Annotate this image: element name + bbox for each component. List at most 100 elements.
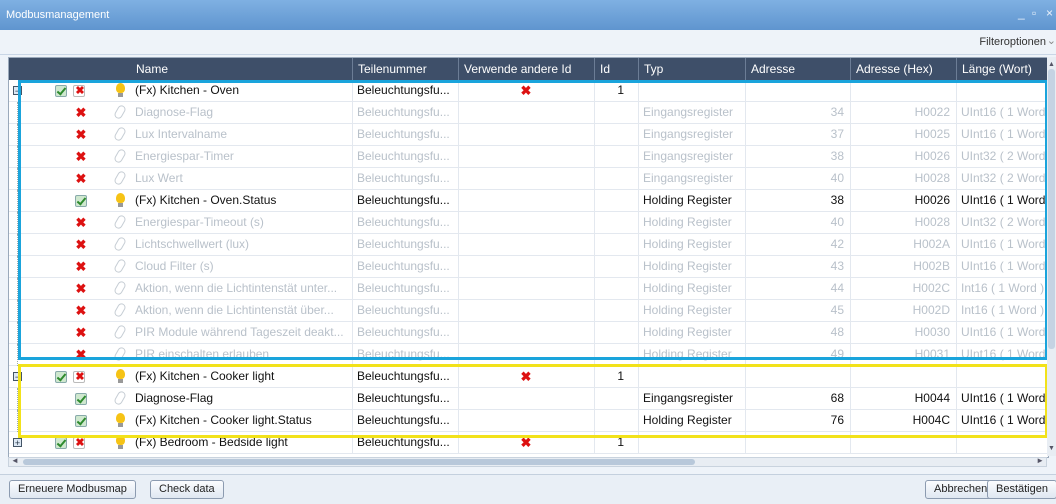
close-icon[interactable]: ×	[1046, 6, 1053, 20]
type-cell	[639, 366, 746, 387]
table-row[interactable]: ✖ PIR Module während Tageszeit deakt... Be…	[9, 322, 1048, 344]
filter-options-button[interactable]: Filteroptionen	[979, 36, 1046, 48]
table-row[interactable]: Diagnose-Flag Beleuchtungsfu... Eingangsre…	[9, 388, 1048, 410]
excluded-x-icon[interactable]: ✖	[74, 260, 88, 274]
group-row[interactable]: − ✖ (Fx) Kitchen - Cooker light Beleuchtung…	[9, 366, 1048, 388]
collapse-icon[interactable]: −	[13, 86, 22, 96]
excluded-x-icon[interactable]: ✖	[74, 326, 88, 340]
use-other-id-cell[interactable]	[459, 124, 595, 145]
table-row[interactable]: (Fx) Kitchen - Cooker light.Status Beleuc…	[9, 410, 1048, 432]
type-cell: Eingangsregister	[639, 102, 746, 123]
excluded-x-icon[interactable]: ✖	[74, 150, 88, 164]
column-header-id[interactable]: Id	[595, 58, 639, 80]
excluded-x-icon[interactable]: ✖	[74, 128, 88, 142]
use-other-id-cell[interactable]: ✖	[459, 432, 595, 453]
vertical-scrollbar[interactable]: ▲ ▼	[1047, 57, 1056, 456]
use-other-id-cell[interactable]	[459, 344, 595, 365]
footer: Erneuere Modbusmap Check data Abbrechen …	[0, 474, 1056, 504]
table-row[interactable]: ✖ PIR einschalten erlauben Beleuchtungsfu.…	[9, 344, 1048, 366]
use-other-id-cell[interactable]	[459, 300, 595, 321]
exclude-checkbox[interactable]: ✖	[73, 85, 85, 97]
include-checkbox[interactable]	[55, 85, 67, 97]
include-checkbox[interactable]	[75, 195, 87, 207]
group-row[interactable]: + ✖ (Fx) Bedroom - Bedside light Beleuchtun…	[9, 432, 1048, 454]
part-cell: Beleuchtungsfu...	[353, 212, 459, 233]
column-header-l-nge-wort[interactable]: Länge (Wort)	[957, 58, 1048, 80]
horizontal-scroll-thumb[interactable]	[23, 459, 695, 465]
table-row[interactable]: ✖ Aktion, wenn die Lichtintenstät über...…	[9, 300, 1048, 322]
paperclip-icon	[113, 103, 127, 121]
table-row[interactable]: ✖ Lux Intervalname Beleuchtungsfu... Eingan…	[9, 124, 1048, 146]
scroll-down-icon[interactable]: ▼	[1048, 445, 1055, 452]
type-cell: Holding Register	[639, 322, 746, 343]
check-data-button[interactable]: Check data	[150, 480, 224, 499]
chevron-down-icon[interactable]: ⌄	[1047, 34, 1056, 47]
renew-modbusmap-button[interactable]: Erneuere Modbusmap	[9, 480, 136, 499]
group-row[interactable]: − ✖ (Fx) Kitchen - Oven Beleuchtungsfu... ✖ 1	[9, 80, 1048, 102]
table-row[interactable]: ✖ Cloud Filter (s) Beleuchtungsfu... Holdin…	[9, 256, 1048, 278]
tree-line	[17, 322, 18, 344]
use-other-id-cell[interactable]	[459, 212, 595, 233]
table-row[interactable]: ✖ Energiespar-Timeout (s) Beleuchtungsfu..…	[9, 212, 1048, 234]
paperclip-icon	[113, 125, 127, 143]
collapse-icon[interactable]: −	[13, 372, 22, 382]
table-row[interactable]: ✖ Lichtschwellwert (lux) Beleuchtungsfu...…	[9, 234, 1048, 256]
use-other-id-cell[interactable]: ✖	[459, 366, 595, 387]
cancel-button[interactable]: Abbrechen	[925, 480, 997, 499]
id-cell	[595, 124, 639, 145]
include-checkbox[interactable]	[75, 393, 87, 405]
use-other-id-cell[interactable]	[459, 102, 595, 123]
scroll-up-icon[interactable]: ▲	[1048, 61, 1055, 68]
use-other-id-cell[interactable]	[459, 190, 595, 211]
column-header-adresse-hex[interactable]: Adresse (Hex)	[851, 58, 957, 80]
tree-line	[17, 168, 18, 190]
column-header-adresse[interactable]: Adresse	[746, 58, 851, 80]
use-other-id-cell[interactable]: ✖	[459, 80, 595, 101]
scroll-right-icon[interactable]: ►	[1036, 456, 1044, 465]
column-header-teilenummer[interactable]: Teilenummer	[353, 58, 459, 80]
excluded-x-icon[interactable]: ✖	[74, 304, 88, 318]
use-other-id-cell[interactable]	[459, 256, 595, 277]
excluded-x-icon[interactable]: ✖	[74, 216, 88, 230]
use-other-id-cell[interactable]	[459, 168, 595, 189]
use-other-id-cell[interactable]	[459, 278, 595, 299]
minimize-icon[interactable]: _	[1018, 6, 1025, 20]
maximize-icon[interactable]: ▫	[1032, 6, 1036, 20]
use-other-id-cell[interactable]	[459, 234, 595, 255]
address-cell: 45	[746, 300, 851, 321]
confirm-button[interactable]: Bestätigen	[987, 480, 1056, 499]
type-cell	[639, 80, 746, 101]
address-cell: 40	[746, 212, 851, 233]
excluded-x-icon[interactable]: ✖	[74, 348, 88, 362]
excluded-x-icon[interactable]: ✖	[74, 238, 88, 252]
hex-cell: H002D	[851, 300, 957, 321]
paperclip-icon	[113, 301, 127, 319]
exclude-checkbox[interactable]: ✖	[73, 437, 85, 449]
include-checkbox[interactable]	[75, 415, 87, 427]
paperclip-icon	[113, 169, 127, 187]
use-other-id-cell[interactable]	[459, 146, 595, 167]
table-row[interactable]: ✖ Aktion, wenn die Lichtintenstät unter..…	[9, 278, 1048, 300]
table-row[interactable]: ✖ Diagnose-Flag Beleuchtungsfu... Eingangsr…	[9, 102, 1048, 124]
table-row[interactable]: ✖ Energiespar-Timer Beleuchtungsfu... Einga…	[9, 146, 1048, 168]
use-other-id-cell[interactable]	[459, 410, 595, 431]
excluded-x-icon[interactable]: ✖	[74, 282, 88, 296]
excluded-x-icon[interactable]: ✖	[74, 106, 88, 120]
include-checkbox[interactable]	[55, 371, 67, 383]
column-header-typ[interactable]: Typ	[639, 58, 746, 80]
use-other-id-cell[interactable]	[459, 322, 595, 343]
column-header-verwende-andere-id[interactable]: Verwende andere Id	[459, 58, 595, 80]
expand-icon[interactable]: +	[13, 438, 22, 448]
table-row[interactable]: ✖ Lux Wert Beleuchtungsfu... Eingangsregist…	[9, 168, 1048, 190]
horizontal-scrollbar[interactable]: ◄ ►	[8, 456, 1047, 467]
table-row[interactable]: (Fx) Kitchen - Oven.Status Beleuchtungsfu…	[9, 190, 1048, 212]
scroll-left-icon[interactable]: ◄	[11, 456, 19, 465]
include-checkbox[interactable]	[55, 437, 67, 449]
excluded-x-icon[interactable]: ✖	[74, 172, 88, 186]
column-header-name[interactable]: Name	[131, 58, 353, 80]
vertical-scroll-thumb[interactable]	[1048, 69, 1055, 349]
exclude-checkbox[interactable]: ✖	[73, 371, 85, 383]
use-other-id-cell[interactable]	[459, 388, 595, 409]
type-cell: Holding Register	[639, 410, 746, 431]
length-cell	[957, 432, 1048, 453]
